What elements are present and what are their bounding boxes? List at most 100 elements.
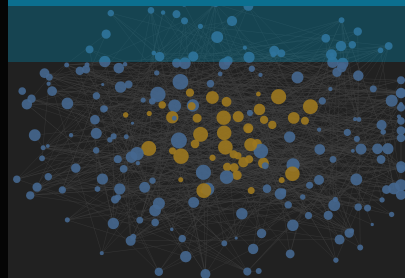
graph-node[interactable] xyxy=(217,71,223,77)
graph-node[interactable] xyxy=(353,117,358,122)
selection-band[interactable] xyxy=(8,0,405,62)
graph-node[interactable] xyxy=(280,188,287,195)
graph-node[interactable] xyxy=(261,162,269,170)
graph-node[interactable] xyxy=(285,166,300,182)
graph-node[interactable] xyxy=(71,163,81,173)
graph-node[interactable] xyxy=(125,151,138,163)
graph-node[interactable] xyxy=(28,129,41,142)
graph-node[interactable] xyxy=(81,65,91,74)
graph-node[interactable] xyxy=(21,99,33,110)
graph-node[interactable] xyxy=(47,86,57,97)
graph-node[interactable] xyxy=(114,183,126,195)
graph-node[interactable] xyxy=(170,132,187,149)
graph-node[interactable] xyxy=(148,97,156,105)
graph-node[interactable] xyxy=(158,101,166,109)
graph-node[interactable] xyxy=(356,117,362,122)
graph-node[interactable] xyxy=(258,72,263,78)
graph-node[interactable] xyxy=(200,269,211,278)
graph-node[interactable] xyxy=(396,133,405,143)
graph-node[interactable] xyxy=(369,85,377,93)
graph-node[interactable] xyxy=(268,120,277,130)
graph-node[interactable] xyxy=(96,173,108,185)
graph-node[interactable] xyxy=(397,117,405,125)
graph-node[interactable] xyxy=(114,81,127,93)
graph-node[interactable] xyxy=(396,126,405,135)
graph-node[interactable] xyxy=(236,207,248,220)
graph-node[interactable] xyxy=(232,170,242,180)
graph-node[interactable] xyxy=(139,181,151,193)
graph-node[interactable] xyxy=(284,131,296,143)
graph-node[interactable] xyxy=(92,147,100,154)
graph-node[interactable] xyxy=(234,152,242,160)
graph-node[interactable] xyxy=(101,83,105,87)
graph-node[interactable] xyxy=(323,210,333,220)
graph-node[interactable] xyxy=(94,186,101,192)
graph-node[interactable] xyxy=(90,114,100,125)
graph-node[interactable] xyxy=(353,135,360,142)
graph-node[interactable] xyxy=(190,139,200,149)
graph-node[interactable] xyxy=(180,251,192,263)
graph-node[interactable] xyxy=(379,197,385,203)
graph-node[interactable] xyxy=(58,186,67,194)
graph-node[interactable] xyxy=(123,134,129,140)
graph-node[interactable] xyxy=(353,70,364,81)
graph-node[interactable] xyxy=(364,204,372,212)
graph-node[interactable] xyxy=(354,203,362,211)
graph-node[interactable] xyxy=(107,217,119,230)
graph-node[interactable] xyxy=(64,62,70,68)
graph-node[interactable] xyxy=(221,96,232,107)
graph-node[interactable] xyxy=(171,115,177,121)
graph-node[interactable] xyxy=(351,149,355,153)
graph-node[interactable] xyxy=(328,86,333,92)
graph-node[interactable] xyxy=(388,211,395,218)
graph-node[interactable] xyxy=(170,227,174,232)
graph-node[interactable] xyxy=(206,91,219,104)
graph-node[interactable] xyxy=(300,116,309,125)
graph-node[interactable] xyxy=(188,196,200,208)
graph-node[interactable] xyxy=(314,144,326,155)
graph-node[interactable] xyxy=(154,267,164,276)
graph-node[interactable] xyxy=(113,62,125,74)
graph-node[interactable] xyxy=(234,236,238,240)
graph-node[interactable] xyxy=(195,164,211,180)
graph-node[interactable] xyxy=(40,145,46,151)
graph-node[interactable] xyxy=(173,148,189,164)
graph-node[interactable] xyxy=(344,228,354,238)
graph-node[interactable] xyxy=(99,251,104,256)
graph-node[interactable] xyxy=(46,81,51,86)
graph-node[interactable] xyxy=(90,127,102,139)
graph-node[interactable] xyxy=(285,249,295,259)
graph-node[interactable] xyxy=(140,97,146,103)
graph-node[interactable] xyxy=(122,62,128,67)
graph-node[interactable] xyxy=(334,234,345,245)
graph-node[interactable] xyxy=(154,70,160,76)
graph-node[interactable] xyxy=(284,201,292,209)
graph-node[interactable] xyxy=(113,155,122,164)
graph-node[interactable] xyxy=(314,174,325,185)
graph-node[interactable] xyxy=(246,109,254,117)
graph-node[interactable] xyxy=(61,97,74,110)
graph-node[interactable] xyxy=(192,113,202,123)
graph-node[interactable] xyxy=(136,216,144,224)
graph-node[interactable] xyxy=(216,125,232,141)
graph-node[interactable] xyxy=(216,110,231,125)
graph-node[interactable] xyxy=(206,79,215,88)
graph-node[interactable] xyxy=(232,111,244,123)
graph-node[interactable] xyxy=(329,155,337,163)
graph-node[interactable] xyxy=(396,103,405,112)
graph-node[interactable] xyxy=(193,126,209,142)
graph-node[interactable] xyxy=(243,267,252,276)
graph-node[interactable] xyxy=(185,88,195,97)
graph-node[interactable] xyxy=(178,234,187,243)
graph-node[interactable] xyxy=(102,105,108,112)
graph-node[interactable] xyxy=(32,182,42,192)
graph-node[interactable] xyxy=(39,155,45,162)
graph-node[interactable] xyxy=(135,161,140,166)
graph-node[interactable] xyxy=(247,243,259,255)
graph-node[interactable] xyxy=(343,128,352,137)
graph-node[interactable] xyxy=(350,173,363,186)
graph-node[interactable] xyxy=(44,172,53,181)
graph-node[interactable] xyxy=(245,125,253,133)
graph-node[interactable] xyxy=(278,177,285,184)
graph-node[interactable] xyxy=(259,115,269,125)
